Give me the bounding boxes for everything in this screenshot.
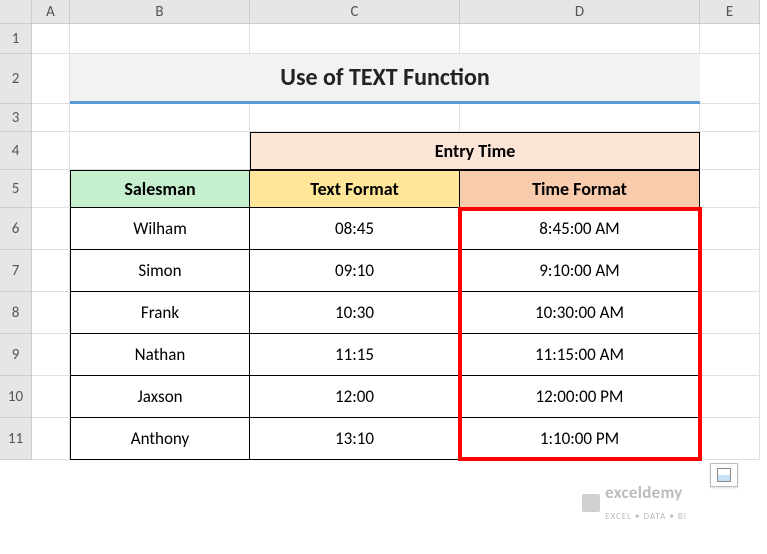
cell-D1[interactable]: [460, 24, 700, 54]
time-format-header[interactable]: Time Format: [460, 170, 700, 208]
row-header-11[interactable]: 11: [0, 418, 32, 460]
cell-C9[interactable]: 11:15: [250, 334, 460, 376]
row-headers: 1 2 3 4 5 6 7 8 9 10 11: [0, 24, 32, 460]
cell-B1[interactable]: [70, 24, 250, 54]
cell-E2[interactable]: [700, 54, 760, 104]
cell-B9[interactable]: Nathan: [70, 334, 250, 376]
cell-B6[interactable]: Wilham: [70, 208, 250, 250]
col-header-A[interactable]: A: [32, 0, 70, 24]
cell-B8[interactable]: Frank: [70, 292, 250, 334]
cell-D11[interactable]: 1:10:00 PM: [460, 418, 700, 460]
cell-E6[interactable]: [700, 208, 760, 250]
col-header-B[interactable]: B: [70, 0, 250, 24]
text-format-header[interactable]: Text Format: [250, 170, 460, 208]
row-header-8[interactable]: 8: [0, 292, 32, 334]
autofill-options-icon: [717, 468, 731, 482]
watermark: exceldemy EXCEL • DATA • BI: [582, 482, 687, 524]
row-header-2[interactable]: 2: [0, 54, 32, 104]
cell-B3[interactable]: [70, 104, 250, 132]
cell-D8[interactable]: 10:30:00 AM: [460, 292, 700, 334]
cell-A3[interactable]: [32, 104, 70, 132]
row-header-5[interactable]: 5: [0, 170, 32, 208]
cell-A6[interactable]: [32, 208, 70, 250]
row-header-1[interactable]: 1: [0, 24, 32, 54]
cell-A10[interactable]: [32, 376, 70, 418]
cell-A7[interactable]: [32, 250, 70, 292]
watermark-brand: exceldemy: [605, 482, 683, 503]
cell-C8[interactable]: 10:30: [250, 292, 460, 334]
row-header-9[interactable]: 9: [0, 334, 32, 376]
cell-E9[interactable]: [700, 334, 760, 376]
cell-E4[interactable]: [700, 132, 760, 170]
cell-B4[interactable]: [70, 132, 250, 170]
cell-D9[interactable]: 11:15:00 AM: [460, 334, 700, 376]
cell-E10[interactable]: [700, 376, 760, 418]
cell-A11[interactable]: [32, 418, 70, 460]
cell-B7[interactable]: Simon: [70, 250, 250, 292]
col-header-D[interactable]: D: [460, 0, 700, 24]
cell-C6[interactable]: 08:45: [250, 208, 460, 250]
cell-A1[interactable]: [32, 24, 70, 54]
row-header-6[interactable]: 6: [0, 208, 32, 250]
watermark-icon: [582, 494, 600, 512]
cell-C3[interactable]: [250, 104, 460, 132]
cell-C11[interactable]: 13:10: [250, 418, 460, 460]
cell-E8[interactable]: [700, 292, 760, 334]
watermark-tagline: EXCEL • DATA • BI: [605, 511, 687, 522]
row-header-3[interactable]: 3: [0, 104, 32, 132]
cell-A2[interactable]: [32, 54, 70, 104]
grid: Use of TEXT Function Entry Time Salesman…: [32, 24, 760, 460]
cell-D7[interactable]: 9:10:00 AM: [460, 250, 700, 292]
cell-C7[interactable]: 09:10: [250, 250, 460, 292]
cell-B10[interactable]: Jaxson: [70, 376, 250, 418]
select-all-corner[interactable]: [0, 0, 32, 24]
cell-D10[interactable]: 12:00:00 PM: [460, 376, 700, 418]
cell-A8[interactable]: [32, 292, 70, 334]
spreadsheet: A B C D E 1 2 3 4 5 6 7 8 9 10 11 Use of…: [0, 0, 767, 554]
cell-E7[interactable]: [700, 250, 760, 292]
row-header-7[interactable]: 7: [0, 250, 32, 292]
cell-C1[interactable]: [250, 24, 460, 54]
cell-C10[interactable]: 12:00: [250, 376, 460, 418]
cell-B11[interactable]: Anthony: [70, 418, 250, 460]
cell-A9[interactable]: [32, 334, 70, 376]
autofill-options-button[interactable]: [710, 463, 738, 487]
cell-D3[interactable]: [460, 104, 700, 132]
cell-E1[interactable]: [700, 24, 760, 54]
entry-time-header[interactable]: Entry Time: [250, 132, 700, 170]
col-header-E[interactable]: E: [700, 0, 760, 24]
title-cell[interactable]: Use of TEXT Function: [70, 54, 700, 104]
row-header-10[interactable]: 10: [0, 376, 32, 418]
cell-A4[interactable]: [32, 132, 70, 170]
cell-E3[interactable]: [700, 104, 760, 132]
cell-D6[interactable]: 8:45:00 AM: [460, 208, 700, 250]
col-header-C[interactable]: C: [250, 0, 460, 24]
column-headers: A B C D E: [32, 0, 760, 24]
cell-E5[interactable]: [700, 170, 760, 208]
row-header-4[interactable]: 4: [0, 132, 32, 170]
cell-E11[interactable]: [700, 418, 760, 460]
salesman-header[interactable]: Salesman: [70, 170, 250, 208]
cell-A5[interactable]: [32, 170, 70, 208]
